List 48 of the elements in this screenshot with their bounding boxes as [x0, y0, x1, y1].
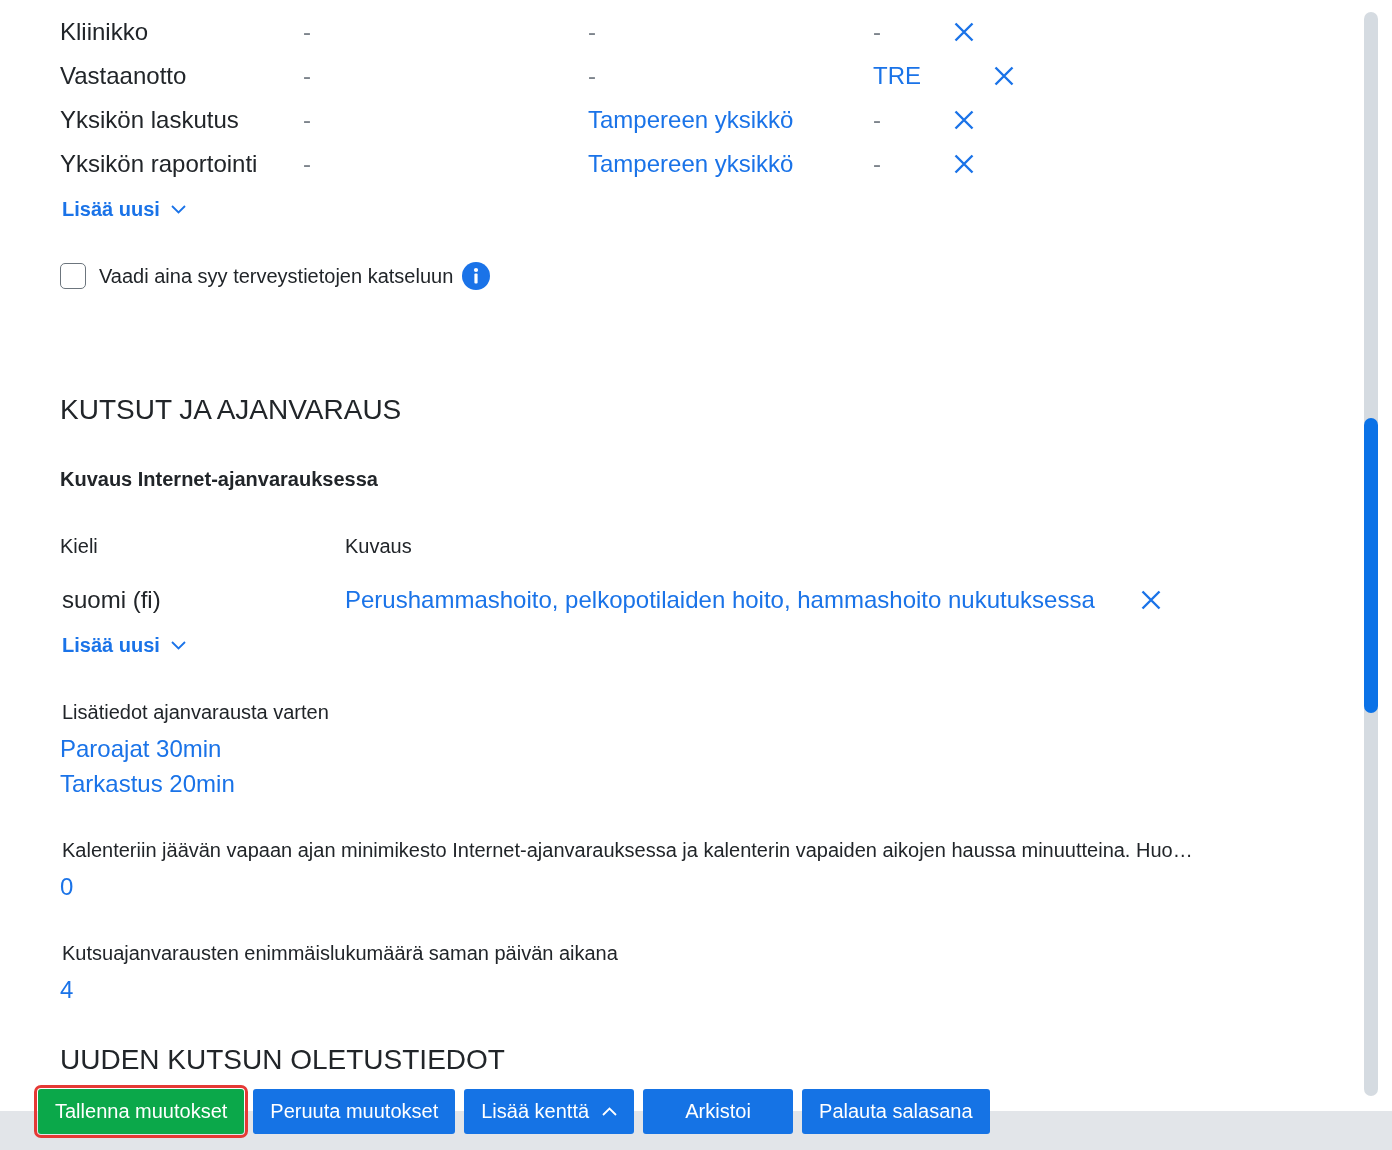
- empty-cell: -: [303, 17, 311, 47]
- value-link[interactable]: TRE: [873, 61, 921, 91]
- empty-cell: -: [303, 105, 311, 135]
- action-button[interactable]: Peruuta muutokset: [253, 1089, 456, 1134]
- empty-cell: -: [873, 105, 881, 135]
- empty-cell: -: [873, 149, 881, 179]
- add-new-link[interactable]: Lisää uusi: [62, 630, 186, 660]
- chevron-down-icon: [170, 640, 186, 650]
- cross-icon[interactable]: [954, 22, 974, 42]
- column-header: Kieli: [60, 534, 98, 559]
- action-button[interactable]: Lisää kenttä: [464, 1089, 635, 1134]
- empty-cell: -: [588, 17, 596, 47]
- field-label: Kutsuajanvarausten enimmäislukumäärä saman päivän aikana: [62, 941, 618, 966]
- add-new-link[interactable]: Lisää uusi: [62, 194, 186, 224]
- section-heading: UUDEN KUTSUN OLETUSTIEDOT: [60, 1043, 505, 1077]
- field-value[interactable]: Paroajat 30min: [60, 731, 222, 766]
- cross-icon[interactable]: [954, 110, 974, 130]
- action-button[interactable]: Palauta salasana: [802, 1089, 990, 1134]
- row-label: Yksikön laskutus: [60, 105, 239, 135]
- chevron-down-icon: [170, 204, 186, 214]
- subsection-heading: Kuvaus Internet-ajanvarauksessa: [60, 467, 378, 492]
- row-label: Yksikön raportointi: [60, 149, 258, 179]
- value-link[interactable]: Tampereen yksikkö: [588, 149, 794, 179]
- cross-icon[interactable]: [1140, 590, 1161, 610]
- field-label: Kalenteriin jäävän vapaan ajan minimikesto Internet-ajanvarauksessa ja kalenterin vapaiden aikojen haussa minuutteina. Huo…: [62, 838, 1193, 863]
- column-header: Kuvaus: [345, 535, 412, 557]
- action-button[interactable]: Arkistoi: [643, 1089, 794, 1134]
- row-label: Kliinikko: [60, 17, 149, 47]
- field-value[interactable]: 0: [60, 869, 74, 904]
- scrollbar-thumb[interactable]: [1364, 418, 1378, 713]
- info-icon[interactable]: [462, 262, 491, 290]
- row-label: Vastaanotto: [60, 61, 187, 91]
- cross-icon[interactable]: [954, 154, 974, 174]
- checkbox-label: Vaadi aina syy terveystietojen katseluun: [99, 264, 454, 288]
- caret-up-icon: [602, 1107, 618, 1116]
- value-link[interactable]: Tampereen yksikkö: [588, 105, 794, 135]
- empty-cell: -: [303, 61, 311, 91]
- description-link[interactable]: Perushammashoito, pelkopotilaiden hoito, hammashoito nukutuksessa: [345, 586, 1095, 614]
- empty-cell: -: [873, 17, 881, 47]
- field-value[interactable]: Tarkastus 20min: [60, 766, 235, 801]
- empty-cell: -: [588, 61, 596, 91]
- empty-cell: -: [303, 149, 311, 179]
- section-heading: KUTSUT JA AJANVARAUS: [60, 393, 402, 427]
- checkbox[interactable]: [60, 263, 86, 289]
- field-label: Lisätiedot ajanvarausta varten: [62, 700, 329, 725]
- cross-icon[interactable]: [994, 66, 1014, 86]
- field-value[interactable]: 4: [60, 972, 74, 1007]
- language-cell: suomi (fi): [62, 586, 161, 614]
